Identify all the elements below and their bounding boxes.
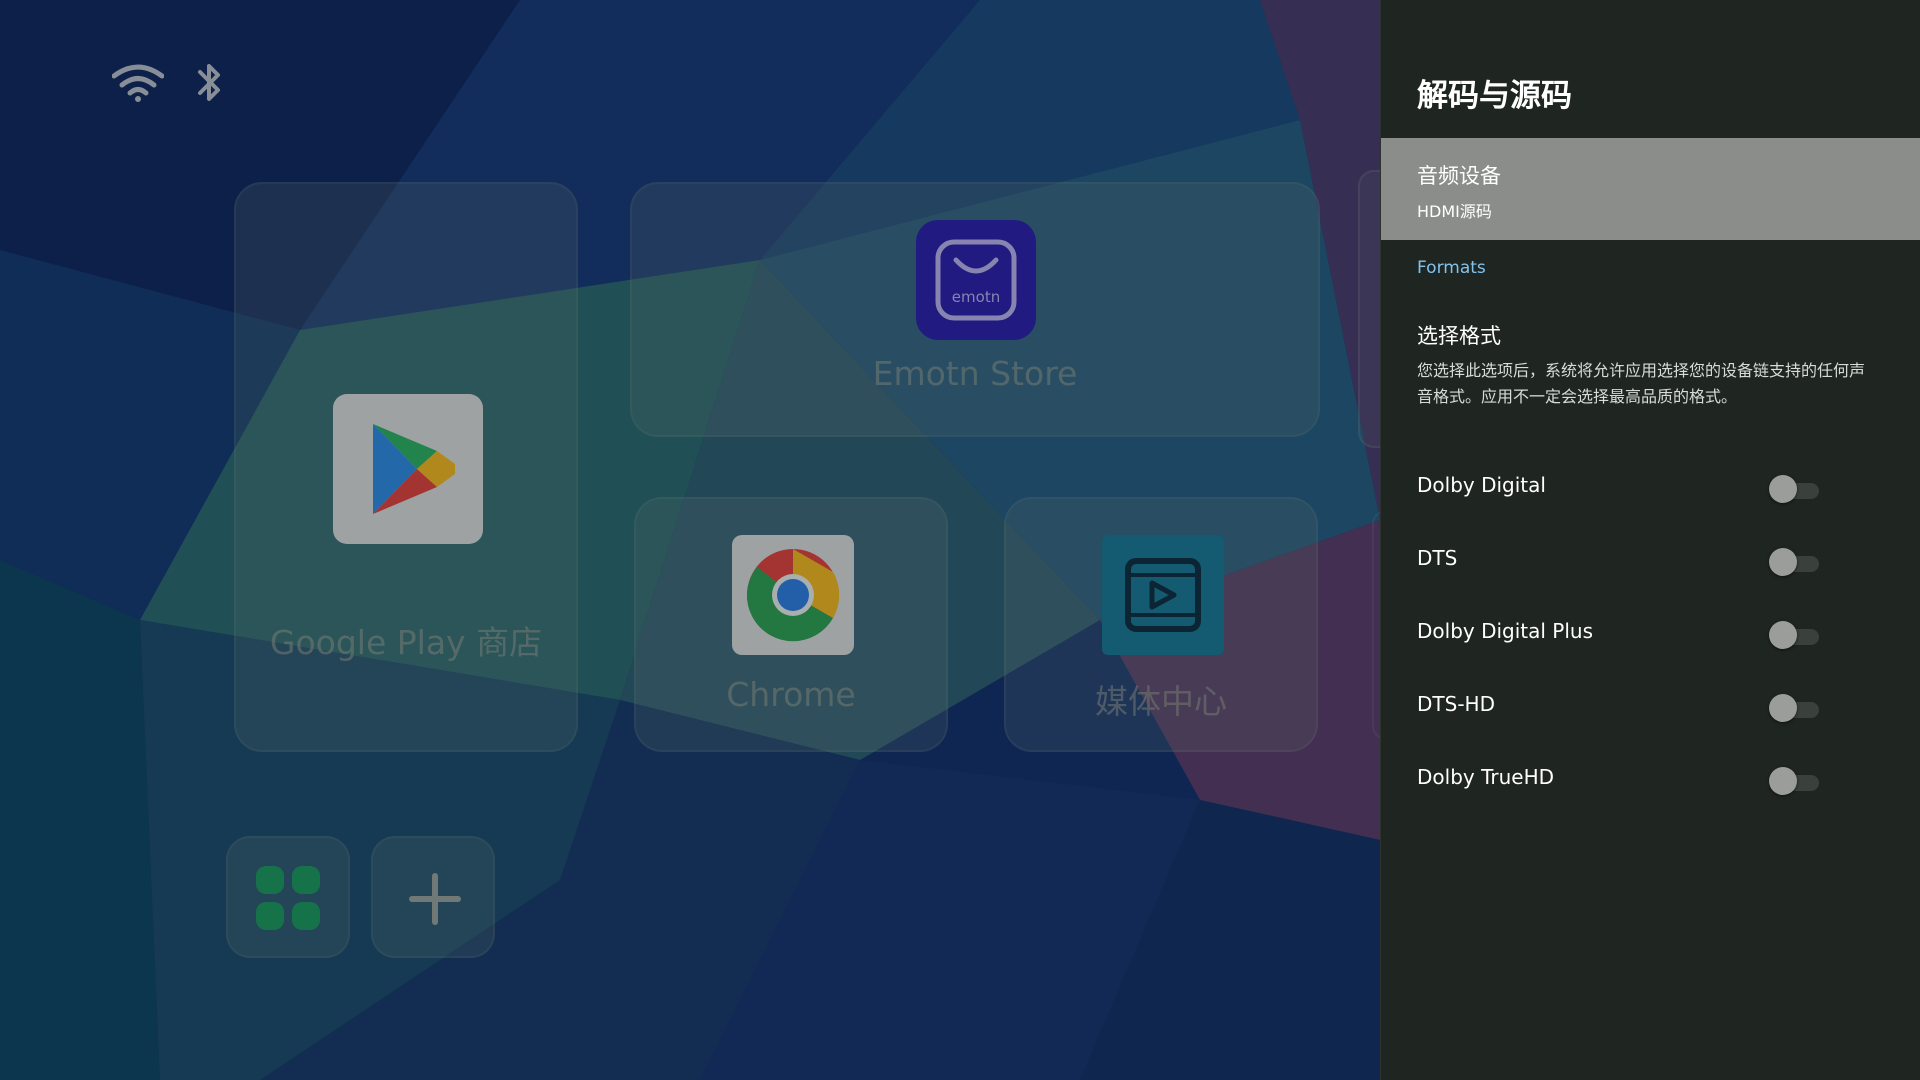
toggle-switch[interactable]: [1769, 767, 1821, 795]
toggle-label: DTS-HD: [1417, 692, 1495, 716]
launcher-home: Google Play 商店 emotn Emotn Store Chrome …: [0, 0, 1380, 1080]
toggle-switch[interactable]: [1769, 548, 1821, 576]
audio-device-title: 音频设备: [1417, 164, 1501, 188]
toggle-switch[interactable]: [1769, 621, 1821, 649]
toggle-label: Dolby TrueHD: [1417, 765, 1555, 789]
toggle-label: Dolby Digital: [1417, 473, 1546, 497]
audio-device-subtitle: HDMI源码: [1417, 202, 1492, 221]
settings-panel: 解码与源码 音频设备 HDMI源码 Formats 选择格式 您选择此选项后，系…: [1380, 0, 1920, 1080]
toggle-row-dts[interactable]: DTS: [1381, 528, 1920, 592]
toggle-label: Dolby Digital Plus: [1417, 619, 1594, 643]
select-format-title: 选择格式: [1417, 324, 1501, 348]
select-format-description: 您选择此选项后，系统将允许应用选择您的设备链支持的任何声音格式。应用不一定会选择…: [1417, 361, 1866, 406]
formats-header: Formats: [1417, 258, 1486, 278]
audio-device-item[interactable]: 音频设备 HDMI源码: [1381, 138, 1920, 240]
toggle-row-dolby-digital-plus[interactable]: Dolby Digital Plus: [1381, 601, 1920, 665]
toggle-row-dolby-digital[interactable]: Dolby Digital: [1381, 455, 1920, 519]
dim-overlay: [0, 0, 1380, 1080]
panel-title: 解码与源码: [1417, 78, 1572, 114]
toggle-row-dts-hd[interactable]: DTS-HD: [1381, 674, 1920, 738]
toggle-row-dolby-truehd[interactable]: Dolby TrueHD: [1381, 747, 1920, 811]
toggle-switch[interactable]: [1769, 475, 1821, 503]
toggle-switch[interactable]: [1769, 694, 1821, 722]
select-format-item[interactable]: 选择格式 您选择此选项后，系统将允许应用选择您的设备链支持的任何声音格式。应用不…: [1417, 320, 1867, 410]
screen: Google Play 商店 emotn Emotn Store Chrome …: [0, 0, 1920, 1080]
toggle-label: DTS: [1417, 546, 1458, 570]
